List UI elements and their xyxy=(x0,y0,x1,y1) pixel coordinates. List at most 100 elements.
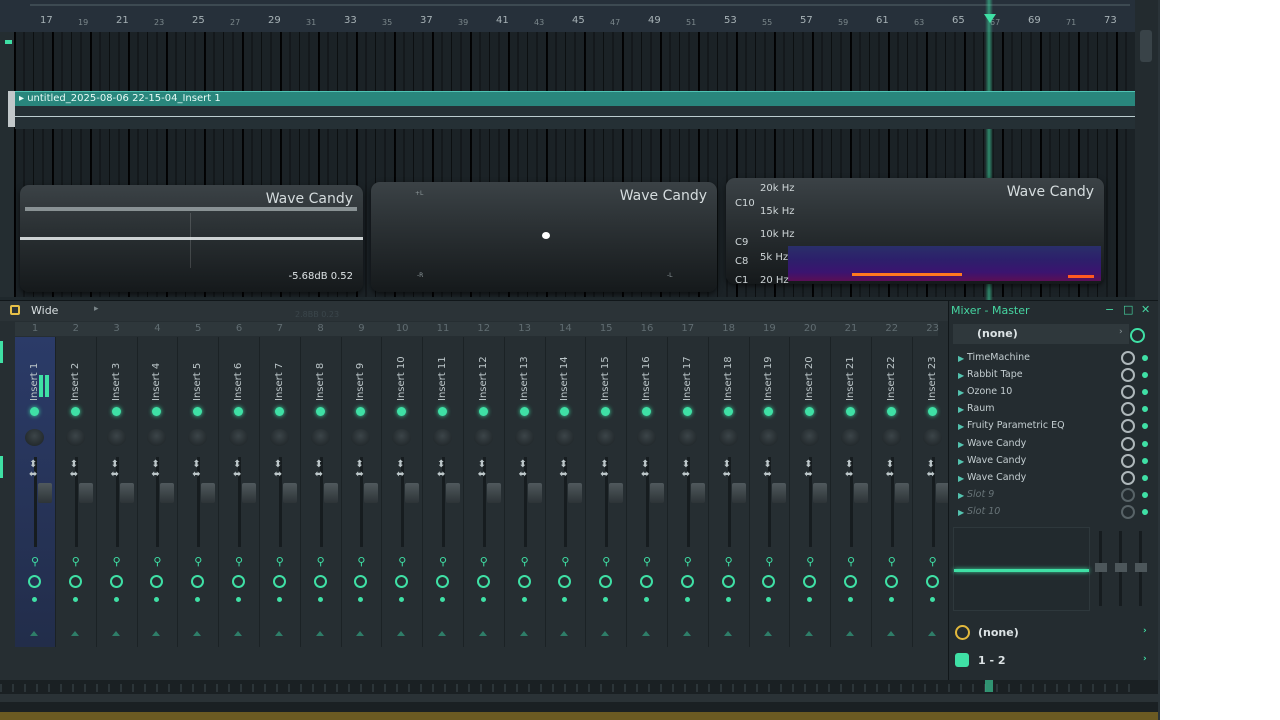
route-arrow-icon[interactable] xyxy=(682,631,691,636)
pan-knob[interactable] xyxy=(759,429,779,446)
pin-icon[interactable]: ⚲ xyxy=(725,555,733,568)
pin-icon[interactable]: ⚲ xyxy=(398,555,406,568)
insert-name[interactable]: Insert 7 xyxy=(274,361,286,401)
effect-slot[interactable]: ▶ Wave Candy xyxy=(954,470,1154,487)
route-dot[interactable] xyxy=(684,597,690,602)
slot-name[interactable]: Raum xyxy=(967,403,995,414)
pin-icon[interactable]: ⚲ xyxy=(276,555,284,568)
mixer-menu-icon[interactable] xyxy=(10,305,20,315)
enable-led[interactable] xyxy=(438,407,447,416)
route-arrow-icon[interactable] xyxy=(397,631,406,636)
stereo-arrows-icon[interactable]: ⬍ ⬌ xyxy=(927,460,935,480)
insert-name[interactable]: Insert 2 xyxy=(70,361,82,401)
insert-name[interactable]: Insert 10 xyxy=(396,356,408,401)
pan-knob[interactable] xyxy=(841,429,860,446)
slot-enable-led[interactable] xyxy=(1142,423,1148,430)
stereo-arrows-icon[interactable]: ⬍ ⬌ xyxy=(519,460,527,480)
mix-knob[interactable] xyxy=(1121,470,1135,485)
clock-icon[interactable] xyxy=(272,575,286,588)
volume-fader[interactable] xyxy=(731,483,746,503)
slot-name[interactable]: Slot 10 xyxy=(967,506,1000,517)
expand-icon[interactable]: ▶ xyxy=(958,457,964,466)
expand-icon[interactable]: ▶ xyxy=(958,440,964,449)
clock-icon[interactable] xyxy=(844,575,857,588)
enable-led[interactable] xyxy=(397,407,407,416)
volume-fader[interactable] xyxy=(38,483,52,503)
enable-led[interactable] xyxy=(274,407,284,416)
route-dot[interactable] xyxy=(562,597,568,602)
expand-icon[interactable]: ▶ xyxy=(958,371,964,380)
route-dot[interactable] xyxy=(195,597,201,602)
enable-led[interactable] xyxy=(193,407,203,416)
pan-knob[interactable] xyxy=(351,429,371,446)
volume-fader[interactable] xyxy=(527,483,542,503)
clock-icon[interactable] xyxy=(640,575,653,588)
pan-knob[interactable] xyxy=(881,429,901,446)
pin-icon[interactable]: ⚲ xyxy=(194,555,202,568)
mixer-insert-strip[interactable]: Insert 3 ⬍ ⬌ ⚲ xyxy=(97,337,137,647)
pan-knob[interactable] xyxy=(718,429,738,446)
master-eq-display[interactable] xyxy=(953,527,1090,611)
horizontal-scrollbar[interactable] xyxy=(30,4,1130,6)
enable-led[interactable] xyxy=(234,407,243,416)
pin-icon[interactable]: ⚲ xyxy=(357,555,365,568)
route-arrow-icon[interactable] xyxy=(274,631,283,636)
route-dot[interactable] xyxy=(32,597,37,602)
enable-led[interactable] xyxy=(315,407,325,416)
volume-fader[interactable] xyxy=(446,483,460,503)
stereo-arrows-icon[interactable]: ⬍ ⬌ xyxy=(396,460,404,480)
scrollbar-thumb[interactable] xyxy=(1140,30,1152,62)
mix-knob[interactable] xyxy=(1121,402,1135,417)
insert-name[interactable]: Insert 4 xyxy=(151,361,163,401)
stereo-arrows-icon[interactable]: ⬍ ⬌ xyxy=(723,460,731,480)
volume-fader[interactable] xyxy=(568,483,583,503)
output-select[interactable]: 1 - 2 › xyxy=(949,651,1158,671)
volume-fader[interactable] xyxy=(854,483,868,503)
pan-knob[interactable] xyxy=(800,429,820,446)
stereo-arrows-icon[interactable]: ⬍ ⬌ xyxy=(478,460,486,480)
pin-icon[interactable]: ⚲ xyxy=(521,555,529,568)
insert-name[interactable]: Insert 18 xyxy=(723,356,735,401)
pan-knob[interactable] xyxy=(922,429,942,446)
scrollbar[interactable] xyxy=(0,694,1158,702)
clock-icon[interactable] xyxy=(395,575,409,588)
pin-icon[interactable]: ⚲ xyxy=(113,555,121,568)
insert-name[interactable]: Insert 11 xyxy=(437,356,449,401)
enable-led[interactable] xyxy=(560,407,570,416)
route-dot[interactable] xyxy=(113,597,119,602)
clock-icon[interactable] xyxy=(721,575,735,588)
mixer-insert-strip[interactable]: Insert 2 ⬍ ⬌ ⚲ xyxy=(56,337,96,647)
stereo-arrows-icon[interactable]: ⬍ ⬌ xyxy=(355,460,363,480)
stereo-arrows-icon[interactable]: ⬍ ⬌ xyxy=(70,460,78,480)
effect-slot[interactable]: ▶ Wave Candy xyxy=(954,436,1154,453)
insert-name[interactable]: Insert 21 xyxy=(845,356,857,401)
pan-knob[interactable] xyxy=(677,429,697,446)
route-arrow-icon[interactable] xyxy=(560,631,569,636)
stereo-arrows-icon[interactable]: ⬍ ⬌ xyxy=(315,460,323,480)
mix-knob[interactable] xyxy=(1121,385,1135,400)
slot-name[interactable]: Fruity Parametric EQ xyxy=(967,420,1065,431)
slot-name[interactable]: TimeMachine xyxy=(967,352,1030,363)
clock-icon[interactable] xyxy=(803,575,817,588)
enable-led[interactable] xyxy=(764,407,774,416)
pan-knob[interactable] xyxy=(65,429,85,446)
pin-icon[interactable]: ⚲ xyxy=(602,555,610,568)
clock-icon[interactable] xyxy=(191,575,205,588)
mixer-insert-strip[interactable]: Insert 7 ⬍ ⬌ ⚲ xyxy=(260,337,300,647)
mixer-insert-strip[interactable]: Insert 22 ⬍ ⬌ ⚲ xyxy=(872,337,912,647)
mix-knob[interactable] xyxy=(1121,487,1135,502)
route-dot[interactable] xyxy=(317,597,323,602)
mixer-insert-strip[interactable]: Insert 23 ⬍ ⬌ ⚲ xyxy=(913,337,953,647)
close-button[interactable]: ✕ xyxy=(1141,303,1150,316)
enable-led[interactable] xyxy=(356,407,366,416)
mixer-insert-strip[interactable]: Insert 17 ⬍ ⬌ ⚲ xyxy=(668,337,708,647)
volume-fader[interactable] xyxy=(160,483,175,503)
stereo-arrows-icon[interactable]: ⬍ ⬌ xyxy=(437,460,445,480)
pan-knob[interactable] xyxy=(596,429,616,446)
pan-knob[interactable] xyxy=(106,429,126,446)
wave-candy-oscilloscope[interactable]: Wave Candy -5.68dB 0.52 xyxy=(20,185,363,292)
slot-enable-led[interactable] xyxy=(1142,491,1148,498)
route-dot[interactable] xyxy=(725,597,731,602)
route-arrow-icon[interactable] xyxy=(152,631,161,636)
volume-fader[interactable] xyxy=(242,483,256,503)
